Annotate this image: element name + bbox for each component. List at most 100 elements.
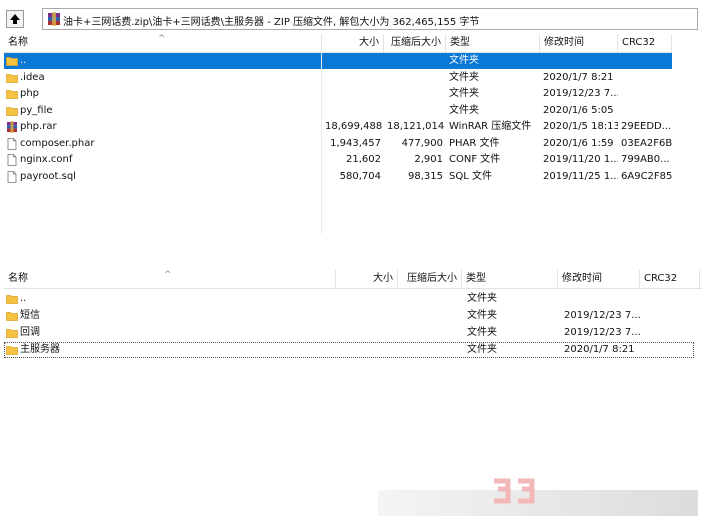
folder-icon bbox=[6, 310, 18, 322]
type-cell: WinRAR 压缩文件 bbox=[449, 121, 532, 132]
col-packed-header[interactable]: 压缩后大小 bbox=[398, 270, 462, 288]
bottom-list-header: 名称 ^ 大小 压缩后大小 类型 修改时间 CRC32 bbox=[4, 270, 702, 289]
size-cell bbox=[322, 86, 384, 102]
size-cell: 21,602 bbox=[346, 154, 381, 165]
file-name: composer.phar bbox=[20, 137, 95, 149]
table-row[interactable]: .. 文件夹 bbox=[4, 53, 672, 69]
name-cell: .. bbox=[4, 291, 336, 307]
crc-cell: 29EEDD... bbox=[621, 121, 672, 132]
type-cell: 文件夹 bbox=[467, 327, 497, 338]
size-cell: 580,704 bbox=[339, 170, 381, 182]
packed-cell bbox=[384, 70, 446, 86]
file-name: py_file bbox=[20, 104, 53, 116]
crc-cell: 03EA2F6B bbox=[621, 137, 672, 149]
crc-cell: 799AB0... bbox=[621, 154, 670, 165]
type-cell: 文件夹 bbox=[449, 104, 479, 116]
file-name: 主服务器 bbox=[20, 344, 60, 355]
col-type-header[interactable]: 类型 bbox=[462, 270, 558, 288]
modified-cell: 2019/12/23 7... bbox=[564, 327, 641, 338]
file-name: php.rar bbox=[20, 121, 57, 132]
table-row[interactable]: .. 文件夹 bbox=[4, 291, 694, 307]
crc-cell bbox=[618, 70, 672, 86]
size-cell bbox=[322, 103, 384, 119]
type-cell: PHAR 文件 bbox=[449, 137, 500, 149]
folder-icon bbox=[6, 105, 18, 117]
name-cell: py_file bbox=[4, 103, 322, 119]
col-size-header[interactable]: 大小 bbox=[322, 34, 384, 52]
path-text: 油卡+三网话费.zip\油卡+三网话费\主服务器 - ZIP 压缩文件, 解包大… bbox=[63, 17, 480, 28]
archive-icon bbox=[47, 12, 61, 26]
modified-cell: 2020/1/7 8:21 bbox=[564, 344, 635, 355]
col-packed-header[interactable]: 压缩后大小 bbox=[384, 34, 446, 52]
table-row[interactable]: composer.phar 1,943,457 477,900 PHAR 文件 2020… bbox=[4, 136, 672, 152]
sort-up-icon: ^ bbox=[164, 270, 172, 280]
file-name: .. bbox=[20, 293, 27, 304]
col-name-header[interactable]: 名称 ^ bbox=[4, 270, 336, 288]
table-row[interactable]: 回调 文件夹 2019/12/23 7... bbox=[4, 325, 694, 341]
col-modified-header[interactable]: 修改时间 bbox=[558, 270, 640, 288]
modified-cell: 2020/1/6 5:05 bbox=[543, 104, 614, 116]
packed-cell bbox=[384, 86, 446, 102]
type-cell: 文件夹 bbox=[449, 71, 479, 83]
col-modified-header[interactable]: 修改时间 bbox=[540, 34, 618, 52]
sort-up-icon: ^ bbox=[158, 34, 166, 44]
file-name: 回调 bbox=[20, 327, 40, 338]
table-row[interactable]: nginx.conf 21,602 2,901 CONF 文件 2019/11/20 1… bbox=[4, 152, 672, 168]
packed-cell bbox=[384, 53, 446, 69]
col-size-header[interactable]: 大小 bbox=[336, 270, 398, 288]
packed-cell bbox=[384, 103, 446, 119]
type-cell: 文件夹 bbox=[467, 310, 497, 321]
name-cell: .idea bbox=[4, 70, 322, 86]
rar-icon bbox=[6, 121, 18, 133]
modified-cell: 2020/1/7 8:21 bbox=[543, 71, 614, 83]
name-cell: php.rar bbox=[4, 119, 322, 135]
size-cell bbox=[322, 53, 384, 69]
crc-cell bbox=[618, 103, 672, 119]
path-field[interactable]: 油卡+三网话费.zip\油卡+三网话费\主服务器 - ZIP 压缩文件, 解包大… bbox=[42, 8, 698, 30]
address-bar: 油卡+三网话费.zip\油卡+三网话费\主服务器 - ZIP 压缩文件, 解包大… bbox=[6, 8, 700, 30]
top-list-header: 名称 ^ 大小 压缩后大小 类型 修改时间 CRC32 bbox=[4, 34, 672, 53]
modified-cell: 2019/11/25 1... bbox=[543, 170, 618, 182]
modified-cell: 2019/12/23 7... bbox=[543, 88, 618, 99]
table-row[interactable]: .idea 文件夹 2020/1/7 8:21 bbox=[4, 70, 672, 86]
crc-cell bbox=[618, 86, 672, 102]
modified-cell: 2020/1/5 18:13 bbox=[543, 121, 618, 132]
table-row[interactable]: php 文件夹 2019/12/23 7... bbox=[4, 86, 672, 102]
packed-cell: 18,121,014 bbox=[387, 121, 445, 132]
file-icon bbox=[6, 154, 18, 166]
name-cell: composer.phar bbox=[4, 136, 322, 152]
modified-cell: 2019/12/23 7... bbox=[564, 310, 641, 321]
file-name: .. bbox=[20, 55, 27, 66]
file-name: nginx.conf bbox=[20, 154, 73, 165]
table-row[interactable]: py_file 文件夹 2020/1/6 5:05 bbox=[4, 103, 672, 119]
modified-cell bbox=[540, 53, 618, 69]
up-folder-button[interactable] bbox=[6, 10, 24, 28]
type-cell: SQL 文件 bbox=[449, 170, 492, 182]
table-row[interactable]: 主服务器 文件夹 2020/1/7 8:21 bbox=[4, 342, 694, 358]
table-row[interactable]: php.rar 18,699,488 18,121,014 WinRAR 压缩文件 20… bbox=[4, 119, 672, 135]
folder-icon bbox=[6, 72, 18, 84]
folder-icon bbox=[6, 88, 18, 100]
file-name: .idea bbox=[20, 71, 45, 83]
modified-cell: 2019/11/20 1... bbox=[543, 154, 618, 165]
bottom-file-list[interactable]: 名称 ^ 大小 压缩后大小 类型 修改时间 CRC32 .. 文件夹 短信 文件夹 20… bbox=[4, 270, 702, 520]
col-crc-header[interactable]: CRC32 bbox=[640, 270, 700, 288]
crc-cell: 6A9C2F85 bbox=[621, 170, 672, 182]
top-file-list[interactable]: 名称 ^ 大小 压缩后大小 类型 修改时间 CRC32 .. 文件夹 .idea 文件… bbox=[4, 34, 672, 234]
col-crc-header[interactable]: CRC32 bbox=[618, 34, 672, 52]
type-cell: 文件夹 bbox=[449, 55, 479, 66]
name-cell: payroot.sql bbox=[4, 169, 322, 185]
folder-icon bbox=[6, 344, 18, 356]
folder-icon bbox=[6, 55, 18, 67]
name-cell: 短信 bbox=[4, 308, 336, 324]
file-name: payroot.sql bbox=[20, 170, 76, 182]
col-type-header[interactable]: 类型 bbox=[446, 34, 540, 52]
size-cell: 18,699,488 bbox=[325, 121, 383, 132]
table-row[interactable]: payroot.sql 580,704 98,315 SQL 文件 2019/11/25… bbox=[4, 169, 672, 185]
packed-cell: 98,315 bbox=[408, 170, 443, 182]
name-cell: php bbox=[4, 86, 322, 102]
folder-icon bbox=[6, 327, 18, 339]
table-row[interactable]: 短信 文件夹 2019/12/23 7... bbox=[4, 308, 694, 324]
col-name-header[interactable]: 名称 ^ bbox=[4, 34, 322, 52]
type-cell: 文件夹 bbox=[449, 88, 479, 99]
